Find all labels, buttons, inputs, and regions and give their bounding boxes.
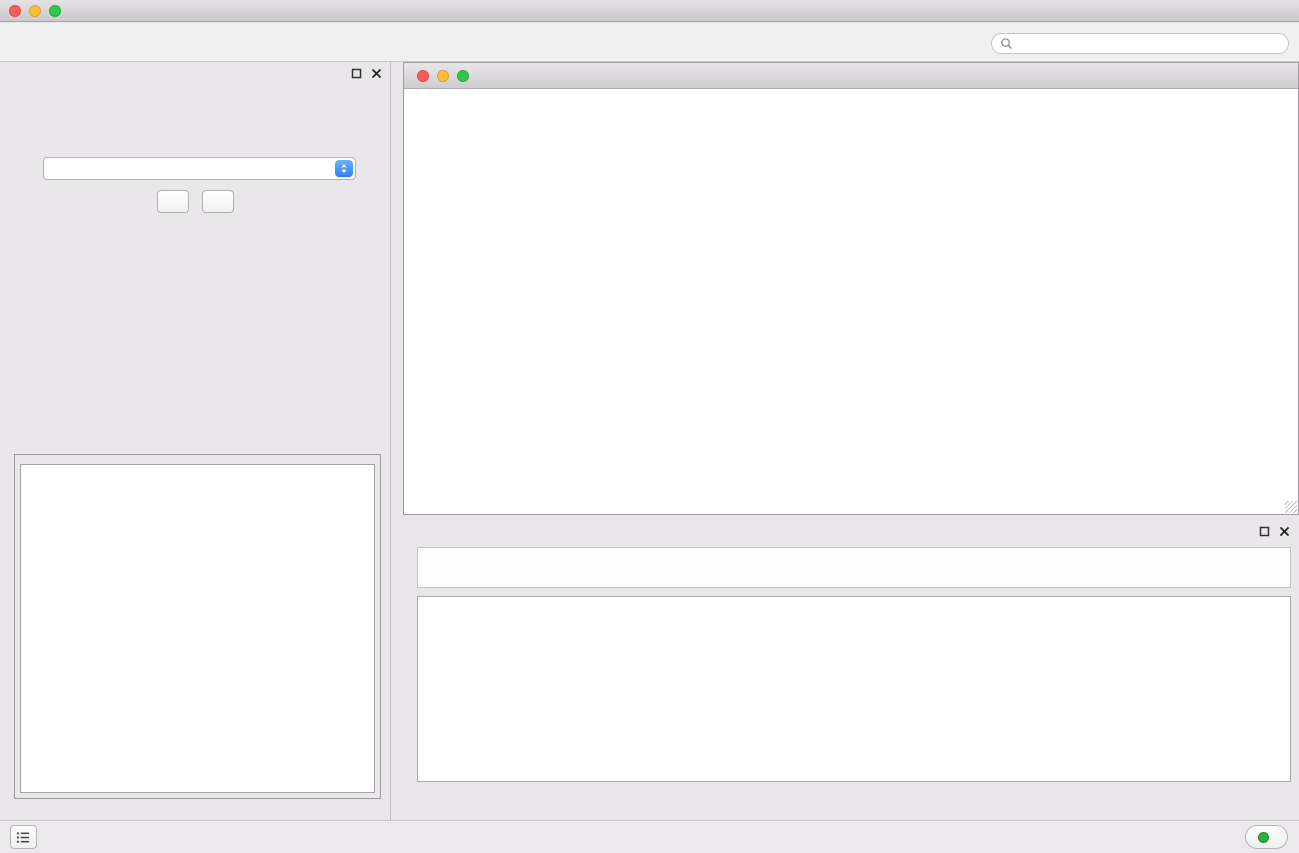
table-panel (403, 520, 1299, 815)
search-input[interactable] (1018, 37, 1280, 51)
dropdown-stepper-icon (335, 160, 353, 177)
run-mcds-button[interactable] (157, 190, 189, 213)
network-canvas[interactable] (404, 89, 1298, 514)
control-panel-controls (351, 68, 382, 79)
optimization-dropdown[interactable] (43, 157, 356, 180)
float-panel-icon[interactable] (351, 68, 362, 79)
search-icon (1000, 37, 1013, 50)
memory-status-icon (1258, 832, 1269, 843)
status-bar (0, 820, 1299, 853)
show-panels-button[interactable] (10, 825, 37, 849)
minimize-window-button[interactable] (29, 5, 41, 17)
list-icon (16, 831, 31, 844)
table-panel-controls (1259, 526, 1290, 537)
network-minimize-button[interactable] (437, 70, 449, 82)
search-box (991, 33, 1289, 54)
network-graph (404, 89, 1298, 514)
float-table-panel-icon[interactable] (1259, 526, 1270, 537)
close-panel-button[interactable] (202, 190, 234, 213)
close-window-button[interactable] (9, 5, 21, 17)
network-window (403, 62, 1299, 515)
control-panel (0, 62, 391, 820)
mcds-result-group (14, 454, 381, 799)
table-toolbar (417, 547, 1291, 588)
zoom-window-button[interactable] (49, 5, 61, 17)
window-controls (9, 5, 61, 17)
close-panel-icon[interactable] (371, 68, 382, 79)
close-table-panel-icon[interactable] (1279, 526, 1290, 537)
mcds-result-list[interactable] (20, 464, 375, 793)
memory-button[interactable] (1245, 825, 1288, 849)
network-zoom-button[interactable] (457, 70, 469, 82)
title-bar (0, 0, 1299, 22)
main-toolbar (0, 23, 1299, 62)
resize-grip[interactable] (1285, 501, 1297, 513)
node-table-container (417, 596, 1291, 782)
network-close-button[interactable] (417, 70, 429, 82)
control-panel-buttons (0, 190, 390, 213)
network-window-titlebar[interactable] (404, 63, 1298, 89)
network-window-controls (417, 70, 469, 82)
